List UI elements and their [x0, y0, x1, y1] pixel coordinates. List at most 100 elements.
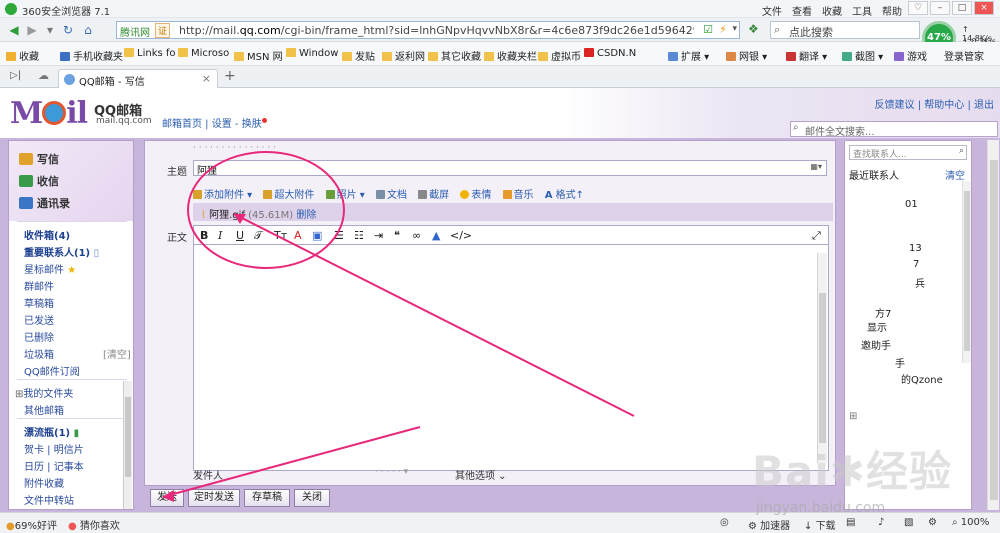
emoji-button[interactable]: 表情 — [460, 186, 491, 201]
contact-item[interactable]: 的Qzone — [901, 371, 943, 386]
format-button[interactable]: A 格式↑ — [545, 186, 584, 201]
fav-post[interactable]: 发贴 — [342, 48, 375, 63]
page-scrollbar[interactable] — [987, 140, 999, 510]
numbered-list-icon[interactable]: ☷ — [354, 229, 364, 242]
underline-icon[interactable]: U — [236, 229, 244, 242]
contact-item[interactable]: 13 — [909, 243, 922, 254]
ext-game[interactable]: 游戏 — [894, 48, 927, 63]
link-help[interactable]: 帮助中心 — [924, 100, 964, 111]
fav-collect[interactable]: 收藏 — [6, 48, 39, 63]
forward-icon[interactable]: ▶ — [24, 22, 40, 38]
menu-view[interactable]: 查看 — [792, 3, 812, 18]
menu-help[interactable]: 帮助 — [882, 3, 902, 18]
fav-folder[interactable]: 收藏夹栏 — [484, 48, 537, 63]
back-icon[interactable]: ◀ — [6, 22, 22, 38]
send-button[interactable]: 发送 — [150, 489, 184, 507]
accelerator-button[interactable]: ⚙ 加速器 — [748, 517, 790, 532]
minimize-icon[interactable]: – — [930, 1, 950, 15]
nav-card[interactable]: 贺卡 — [24, 445, 44, 456]
contact-item[interactable]: 显示 — [867, 319, 887, 334]
font-family-icon[interactable]: 𝒯 — [254, 229, 262, 243]
close-button[interactable]: 关闭 — [294, 489, 330, 507]
menu-favorites[interactable]: 收藏 — [822, 3, 842, 18]
menu-file[interactable]: 文件 — [762, 3, 782, 18]
rss-icon[interactable]: ⚡ — [719, 23, 727, 36]
link-logout[interactable]: 退出 — [974, 100, 994, 111]
close-window-icon[interactable]: × — [974, 1, 994, 15]
nav-subscribe[interactable]: QQ邮件订阅 — [24, 363, 80, 378]
link-settings[interactable]: 设置 — [212, 119, 232, 130]
browser-search-input[interactable]: ⌕ 点此搜索 — [770, 21, 920, 39]
contact-item[interactable]: 兵 — [915, 275, 925, 290]
fav-links[interactable]: Links fo — [124, 48, 176, 59]
skin-button[interactable]: ♡ — [908, 1, 928, 15]
layout-icon[interactable]: ▤ — [846, 517, 855, 528]
nav-inbox[interactable]: 收件箱(4) — [24, 227, 70, 242]
fav-windows[interactable]: Window — [286, 48, 338, 59]
maximize-icon[interactable]: □ — [952, 1, 972, 15]
large-attachment-button[interactable]: 超大附件 — [263, 186, 314, 201]
ext-translate[interactable]: 翻译 ▾ — [786, 48, 827, 63]
contact-item[interactable]: 01 — [905, 199, 918, 210]
guess-link[interactable]: ● 猜你喜欢 — [68, 517, 120, 532]
image-icon[interactable]: ▧ — [904, 517, 913, 528]
tab-qq-mail[interactable]: QQ邮箱 - 写信 × — [58, 69, 218, 88]
zoom-control[interactable]: ⌕ 100% — [952, 517, 989, 528]
nav-notebook[interactable]: 记事本 — [54, 462, 84, 473]
download-button[interactable]: ↓ 下载 — [804, 517, 836, 532]
photo-button[interactable]: 照片 ▾ — [325, 186, 365, 201]
fav-msn[interactable]: MSN 网 — [234, 48, 283, 63]
ext-login-manager[interactable]: 登录管家 — [944, 48, 984, 63]
refresh-icon[interactable]: ↻ — [60, 22, 76, 38]
attachment-delete-link[interactable]: 删除 — [296, 210, 316, 221]
nav-drafts[interactable]: 草稿箱 — [24, 295, 54, 310]
speed-icon[interactable]: ◎ — [720, 517, 729, 528]
ext-bank[interactable]: 网银 ▾ — [726, 48, 767, 63]
settings-icon[interactable]: ⚙ — [928, 517, 937, 528]
contacts-button[interactable]: 通讯录 — [19, 195, 70, 211]
contacts-scrollbar[interactable] — [962, 181, 971, 363]
spam-clear-link[interactable]: [清空] — [103, 346, 131, 361]
nav-starred[interactable]: 星标邮件 ★ — [24, 261, 76, 276]
expand-icon[interactable]: ▾ — [42, 22, 58, 38]
schedule-send-button[interactable]: 定时发送 — [188, 489, 240, 507]
editor-body[interactable] — [193, 245, 829, 471]
ext-screenshot[interactable]: 截图 ▾ — [842, 48, 883, 63]
url-text[interactable]: http://mail.qq.com/cgi-bin/frame_html?si… — [179, 24, 694, 37]
nav-bottle[interactable]: 漂流瓶(1) ▮ — [24, 424, 79, 439]
receive-button[interactable]: 收信 — [19, 173, 59, 189]
background-color-icon[interactable]: ▣ — [312, 229, 322, 242]
write-button[interactable]: 写信 — [19, 151, 59, 167]
attachment-name[interactable]: 阿狸.gif — [209, 210, 245, 221]
fav-mobile[interactable]: 手机收藏夹 — [60, 48, 123, 63]
search-engine-icon[interactable]: ❖ — [748, 22, 764, 38]
font-color-icon[interactable]: A — [294, 229, 302, 242]
link-icon[interactable]: ∞ — [412, 229, 421, 242]
fav-coin[interactable]: 虚拟币 — [538, 48, 581, 63]
fav-rebate[interactable]: 返利网 — [382, 48, 425, 63]
editor-scrollbar[interactable] — [817, 253, 827, 463]
cert-badge[interactable]: 证 — [155, 23, 171, 38]
address-bar[interactable]: 腾讯网 证 http://mail.qq.com/cgi-bin/frame_h… — [116, 21, 740, 39]
nav-calendar[interactable]: 日历 — [24, 462, 44, 473]
ext-extend[interactable]: 扩展 ▾ — [668, 48, 709, 63]
mail-search-input[interactable]: ⌕ 邮件全文搜索... — [790, 121, 998, 138]
fav-csdn[interactable]: CSDN.N — [584, 48, 636, 59]
nav-transfer[interactable]: 文件中转站 — [24, 492, 74, 507]
nav-attach-fav[interactable]: 附件收藏 — [24, 475, 64, 490]
url-dropdown-icon[interactable]: ▾ — [732, 24, 737, 34]
nav-sent[interactable]: 已发送 — [24, 312, 54, 327]
bookmark-check-icon[interactable]: ☑ — [703, 23, 713, 36]
nav-important[interactable]: 重要联系人(1) ▯ — [24, 244, 99, 259]
contact-item[interactable]: 7 — [913, 259, 919, 270]
link-feedback[interactable]: 反馈建议 — [875, 100, 915, 111]
font-size-icon[interactable]: Tт — [274, 229, 287, 242]
nav-spam[interactable]: 垃圾箱 — [24, 346, 54, 361]
link-mail-home[interactable]: 邮箱首页 — [162, 119, 202, 130]
italic-icon[interactable]: I — [218, 229, 222, 242]
home-icon[interactable]: ⌂ — [80, 22, 96, 38]
quote-icon[interactable]: ❝ — [394, 229, 400, 242]
nav-my-folders[interactable]: ⊞我的文件夹 — [15, 385, 73, 400]
close-tab-icon[interactable]: × — [202, 72, 211, 85]
expand-group-icon[interactable]: ⊞ — [849, 411, 857, 422]
